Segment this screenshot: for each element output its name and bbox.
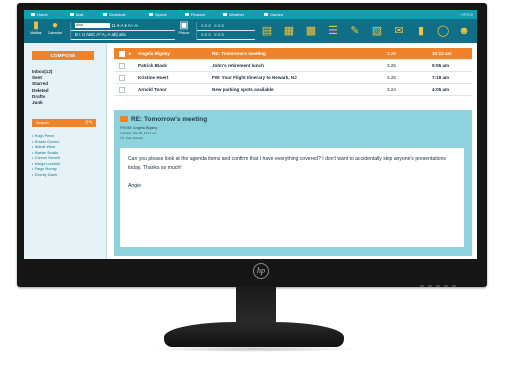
pen-icon[interactable]: ✎	[349, 25, 361, 37]
search-icon: ⚲✎	[85, 120, 93, 126]
trash-icon[interactable]: ▧	[371, 25, 383, 37]
schedule-icon	[103, 13, 107, 17]
games-icon	[264, 13, 268, 17]
nav-sports[interactable]: Sports	[149, 12, 167, 17]
table-icon[interactable]: ▦	[283, 25, 295, 37]
font-select[interactable]: Arial	[75, 23, 110, 29]
nav-finance[interactable]: Finance	[185, 12, 205, 17]
paragraph-controls: ≡≡≡ ≡≡≡ ≡≡≡ ≡≡≡	[196, 22, 255, 40]
compose-button[interactable]: COMPOSE	[32, 51, 94, 60]
mailbar-button[interactable]: ▮ Mailbar	[28, 20, 44, 36]
message-list: ★ Angela Bigsby RE: Tomorrow's meeting 3…	[114, 48, 472, 96]
home-icon	[31, 13, 35, 17]
monitor-stand-neck	[236, 287, 276, 323]
smiley-icon[interactable]: ☻	[458, 25, 470, 37]
clipboard-icon[interactable]: ▤	[261, 25, 273, 37]
stand-shadow	[150, 346, 358, 352]
insert-picture-button[interactable]: ▣ Picture	[176, 20, 192, 36]
finance-icon	[185, 13, 189, 17]
brand-label: HP235	[460, 12, 473, 17]
text-style-controls[interactable]: B I U ABC A² A₂ A ab| abc	[71, 31, 175, 40]
format-controls: Arial 11 ▾ A ▾ A+ A- B I U ABC A² A₂ A a…	[70, 22, 175, 40]
bar-chart-icon: ▮	[33, 20, 39, 31]
row-checkbox[interactable]	[119, 87, 125, 93]
chart-icon[interactable]: ▮	[415, 25, 427, 37]
inbox-icon[interactable]: ✉	[393, 25, 405, 37]
monitor-stand-base	[164, 322, 344, 347]
reading-pane: RE: Tomorrow's meeting FROM: Angela Bigs…	[114, 110, 472, 256]
nav-mail[interactable]: Mail	[70, 12, 83, 17]
contact-item[interactable]: Emmily Davis	[32, 173, 60, 179]
email-message: Can you please look at the agenda items …	[128, 156, 446, 171]
folder-list: Inbox(12) Sent Starred Deleted Drafts Ju…	[32, 69, 52, 106]
email-date: Tuesday, Mar 25, 10:12 am	[120, 131, 157, 135]
sidebar: COMPOSE Inbox(12) Sent Starred Deleted D…	[24, 43, 107, 259]
message-row[interactable]: ★ Angela Bigsby RE: Tomorrow's meeting 3…	[114, 48, 472, 60]
email-header: RE: Tomorrow's meeting FROM: Angela Bigs…	[120, 116, 207, 140]
message-row[interactable]: Patrick Black John's retirement lunch 3.…	[114, 60, 472, 72]
row-checkbox[interactable]	[119, 63, 125, 69]
screen: Home Mail Schedule Sports Finance Weathe…	[24, 10, 477, 259]
email-from: FROM: Angela Bigsby	[120, 126, 158, 130]
contact-search[interactable]: Search ⚲✎	[32, 119, 96, 127]
row-checkbox[interactable]	[119, 51, 125, 57]
contact-list: Hugo Perez Rowan Gomez Abbott West Maria…	[32, 134, 60, 178]
top-nav: Home Mail Schedule Sports Finance Weathe…	[24, 10, 477, 19]
email-subject: RE: Tomorrow's meeting	[131, 116, 208, 123]
alarm-icon[interactable]: ◯	[437, 25, 449, 37]
message-row[interactable]: Arnold Tonor New parking spots available…	[114, 84, 472, 96]
hp-logo: hp	[253, 263, 269, 279]
people-icon: ●	[51, 20, 59, 31]
nav-games[interactable]: Games	[264, 12, 283, 17]
message-row[interactable]: Kristine Hoert FW: Your Flight Itinerary…	[114, 72, 472, 84]
contact-item[interactable]: Paige Murray	[32, 167, 60, 173]
star-icon[interactable]: ★	[128, 51, 132, 56]
nav-weather[interactable]: Weather	[223, 12, 244, 17]
contact-item[interactable]: Connor Vincent	[32, 156, 60, 162]
list-icon[interactable]: ☰	[327, 25, 339, 37]
folder-junk[interactable]: Junk	[32, 100, 52, 106]
font-size-controls[interactable]: 11 ▾ A ▾ A+ A-	[111, 23, 139, 28]
toolbar: ▮ Mailbar ● Calendar Arial 11 ▾ A ▾ A+ A…	[24, 19, 477, 43]
email-body[interactable]: Can you please look at the agenda items …	[120, 148, 464, 247]
mail-icon	[70, 13, 74, 17]
calendar-icon[interactable]: ▩	[305, 25, 317, 37]
sports-icon	[149, 13, 153, 17]
nav-home[interactable]: Home	[31, 12, 48, 17]
email-signature: Angie	[128, 183, 142, 189]
row-checkbox[interactable]	[119, 75, 125, 81]
monitor-buttons	[420, 274, 476, 287]
weather-icon	[223, 13, 227, 17]
calendar-button[interactable]: ● Calendar	[46, 20, 64, 36]
nav-schedule[interactable]: Schedule	[103, 12, 126, 17]
envelope-icon	[120, 116, 128, 122]
email-to: TO: Kate Russell	[120, 136, 143, 140]
picture-icon: ▣	[179, 20, 189, 31]
